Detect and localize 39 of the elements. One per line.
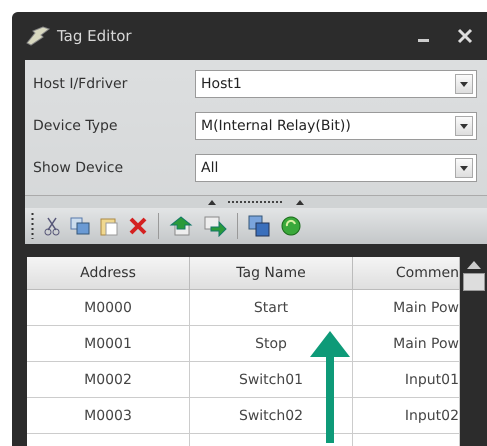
column-header[interactable]: Address: [27, 257, 190, 290]
table-cell: M0000: [84, 300, 132, 316]
field-label: Host I/Fdriver: [33, 76, 128, 92]
dropdown-arrow-icon[interactable]: [460, 124, 468, 128]
table-cell: M0001: [84, 336, 132, 352]
dropdown-arrow-icon[interactable]: [460, 82, 468, 86]
table-cell: Input02: [404, 408, 459, 424]
field-label: Show Device: [33, 160, 124, 176]
scrollbar-thumb[interactable]: [462, 273, 484, 291]
field-label: Device Type: [33, 118, 118, 134]
table-cell: Input01: [404, 372, 459, 388]
table-cell: Main Pow: [393, 336, 459, 352]
dropdown-arrow-icon[interactable]: [460, 166, 468, 170]
close-icon[interactable]: [457, 28, 473, 44]
table-cell: Switch02: [238, 408, 304, 424]
arrow-page-icon[interactable]: [203, 215, 227, 237]
app-icon: [25, 25, 51, 47]
arrow-page-icon[interactable]: [169, 215, 193, 237]
table-cell: Switch01: [238, 372, 304, 388]
table-cell: Stop: [255, 336, 287, 352]
dropdown-field[interactable]: M(Internal Relay(Bit)): [195, 112, 477, 140]
stacked-pages-icon[interactable]: [248, 215, 270, 237]
scroll-up-icon[interactable]: [466, 261, 480, 269]
column-header[interactable]: Commen: [353, 257, 460, 290]
cut-icon[interactable]: [44, 216, 60, 236]
toolbar-grip-icon[interactable]: [31, 213, 34, 239]
table-cell: M0003: [84, 408, 132, 424]
circular-arrows-icon[interactable]: [280, 214, 302, 238]
column-header[interactable]: Tag Name: [190, 257, 353, 290]
table-cell: Start: [254, 300, 288, 316]
splitter-grip-icon[interactable]: [206, 198, 306, 206]
window-title: Tag Editor: [57, 27, 133, 45]
table-cell: M0002: [84, 372, 132, 388]
copy-icon[interactable]: [70, 217, 90, 235]
dropdown-field[interactable]: All: [195, 154, 477, 182]
table-cell: Main Pow: [393, 300, 459, 316]
dropdown-field[interactable]: Host1: [195, 70, 477, 98]
paste-icon[interactable]: [100, 216, 118, 236]
delete-icon[interactable]: [128, 216, 148, 236]
